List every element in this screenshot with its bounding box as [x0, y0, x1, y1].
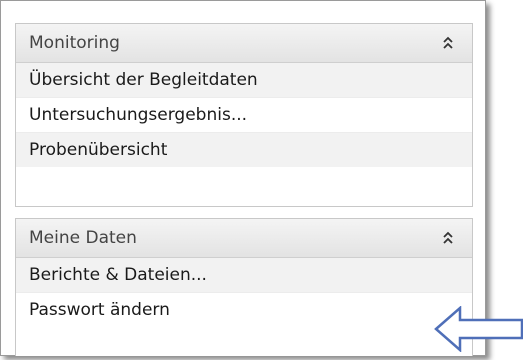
menu-item-berichte-dateien[interactable]: Berichte & Dateien... [16, 258, 472, 293]
menu-item-label: Untersuchungsergebnis... [29, 105, 248, 125]
menu-item-begleitdaten[interactable]: Übersicht der Begleitdaten [16, 63, 472, 98]
meine-daten-panel-header[interactable]: Meine Daten [16, 219, 472, 258]
menu-item-untersuchungsergebnis[interactable]: Untersuchungsergebnis... [16, 98, 472, 133]
double-chevron-up-icon[interactable] [442, 231, 454, 245]
meine-daten-panel-title: Meine Daten [29, 228, 137, 248]
monitoring-panel-title: Monitoring [29, 33, 120, 53]
meine-daten-panel: Meine Daten Berichte & Dateien... Passwo… [15, 218, 473, 356]
monitoring-panel-header[interactable]: Monitoring [16, 24, 472, 63]
left-arrow-icon [434, 306, 523, 352]
menu-item-label: Übersicht der Begleitdaten [29, 70, 258, 90]
menu-item-probenuebersicht[interactable]: Probenübersicht [16, 133, 472, 167]
menu-item-label: Berichte & Dateien... [29, 265, 207, 285]
menu-item-label: Passwort ändern [29, 300, 170, 320]
menu-item-label: Probenübersicht [29, 140, 168, 160]
sidebar-frame: Monitoring Übersicht der Begleitdaten Un… [0, 0, 486, 356]
monitoring-panel: Monitoring Übersicht der Begleitdaten Un… [15, 23, 473, 207]
menu-item-passwort-aendern[interactable]: Passwort ändern [16, 293, 472, 327]
double-chevron-up-icon[interactable] [442, 36, 454, 50]
